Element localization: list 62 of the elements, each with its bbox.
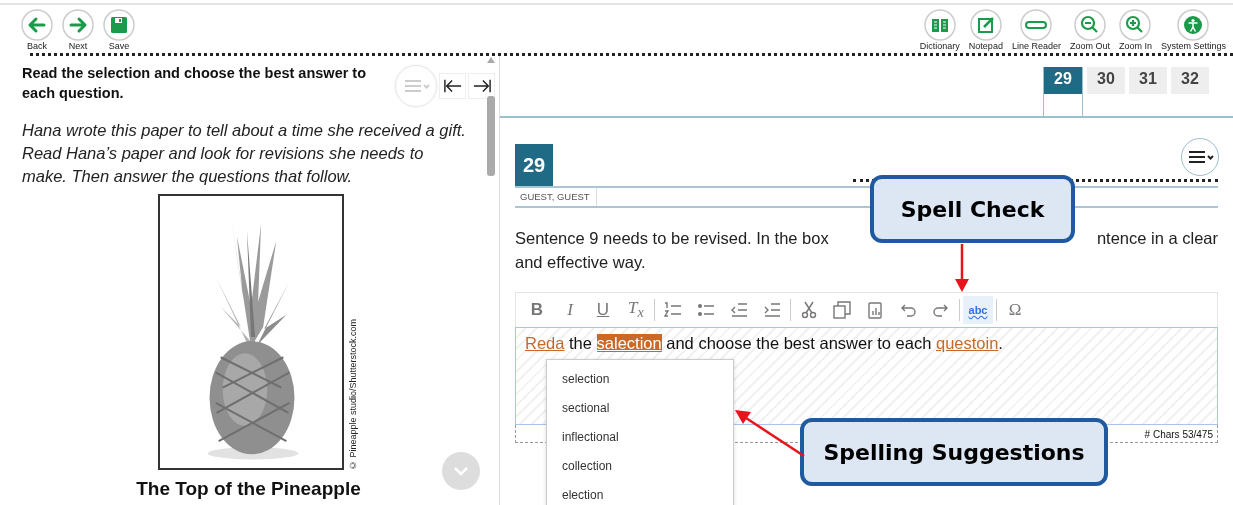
spellcheck-button[interactable]: abc [963, 296, 993, 324]
book-icon [923, 9, 956, 41]
passage-intro: Hana wrote this paper to tell about a time she received a gift. Read Hana’s paper and look for revisions she needs to make. Then answer the questions that follow. [22, 120, 467, 187]
numbered-list-icon [663, 300, 683, 320]
back-icon [21, 9, 53, 41]
copy-icon [832, 300, 852, 320]
toolbar-button[interactable]: Save [103, 9, 135, 53]
character-count: # Chars 53/475 [1144, 429, 1213, 440]
next-icon [62, 9, 94, 41]
passage-title: The Top of the Pineapple [135, 478, 362, 500]
toolbar-button[interactable]: System Settings [1160, 9, 1226, 53]
suggestion-item[interactable]: collection [547, 451, 733, 480]
suggestion-item[interactable]: inflectional [547, 422, 733, 451]
pencil-icon [969, 9, 1002, 41]
figure-icon [1177, 9, 1210, 41]
callout-arrow [955, 244, 969, 292]
callout-label: Spelling Suggestions [800, 418, 1108, 486]
save-icon [103, 9, 135, 41]
menu-button[interactable] [1181, 138, 1219, 176]
misspelled-word[interactable]: Reda [525, 334, 565, 352]
clear-format-button[interactable]: T$_{x}$ [621, 296, 651, 324]
special-character-button[interactable]: Ω [1000, 296, 1030, 324]
suggestion-item[interactable]: sectional [547, 393, 733, 422]
bar-icon [1020, 9, 1053, 41]
zoom-in-icon [1119, 9, 1152, 41]
toolbar-button[interactable]: Notepad [968, 9, 1003, 53]
toolbar-button[interactable]: Dictionary [919, 9, 960, 53]
scissors-icon [799, 300, 819, 320]
suggestion-item[interactable]: selection [547, 364, 733, 393]
image-credit: © Pineapple studio/Shutterstock.com [347, 318, 358, 470]
indent-icon [762, 300, 782, 320]
text-run: the [568, 334, 593, 352]
instructions: Read the selection and choose the best answer to each question. [22, 64, 368, 103]
prompt-text: Sentence 9 needs to be revised. In the box [515, 228, 829, 249]
prompt-text: ntence in a clear [1096, 228, 1218, 249]
zoom-out-icon [1073, 9, 1106, 41]
bold-button[interactable]: B [522, 296, 552, 324]
toolbar-button[interactable]: Zoom In [1118, 9, 1152, 53]
text-run: and choose the best answer to each [665, 334, 933, 352]
toolbar-button[interactable]: Next [62, 9, 94, 53]
toolbar-button[interactable]: Back [21, 9, 53, 53]
arrow-left-icon [441, 77, 464, 95]
scroll-up-icon [486, 56, 496, 64]
toolbar-button[interactable]: Zoom Out [1069, 9, 1110, 53]
question-tab[interactable]: 29 [1043, 67, 1083, 116]
callout-label: Spell Check [870, 175, 1075, 243]
toolbar-button[interactable]: Line Reader [1011, 9, 1061, 53]
underline-button[interactable]: U [588, 296, 618, 324]
scroll-thumb[interactable] [487, 96, 495, 176]
question-number: 29 [515, 144, 553, 186]
suggestion-item[interactable]: election [547, 480, 733, 505]
outdent-icon [729, 300, 749, 320]
collapse-button[interactable] [439, 73, 466, 99]
text-run: . [998, 334, 1003, 352]
callout-arrow [735, 410, 805, 458]
clipboard-icon [865, 300, 885, 320]
student-name: GUEST, GUEST [515, 188, 597, 206]
prompt-text: and effective way. [515, 252, 646, 273]
misspelled-word[interactable]: questoin [935, 334, 999, 352]
italic-button[interactable]: I [555, 296, 585, 324]
misspelled-word[interactable]: salection [596, 334, 662, 352]
expand-button[interactable] [468, 73, 495, 99]
